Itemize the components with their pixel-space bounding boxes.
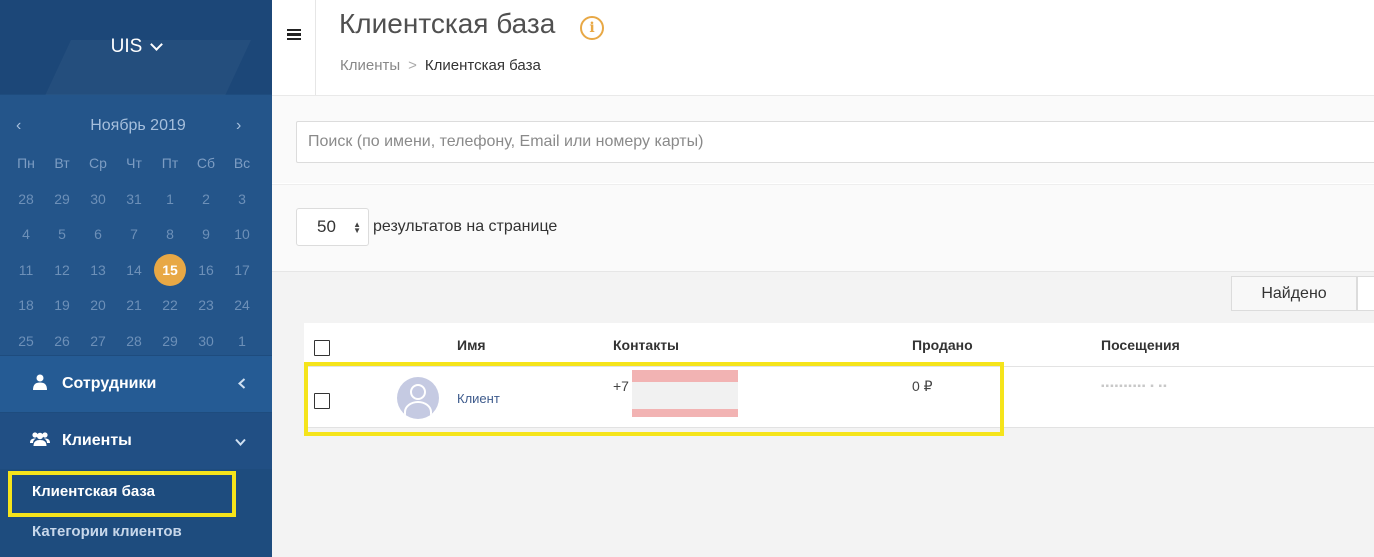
sidebar-item-label: Клиенты xyxy=(62,432,132,449)
calendar-day[interactable]: 13 xyxy=(80,260,116,296)
visits-value: ▪▪▪▪▪▪▪▪▪▪ ▪ ▪▪ xyxy=(1101,381,1168,392)
weekday-label: Ср xyxy=(89,155,107,171)
column-header-sold[interactable]: Продано xyxy=(912,337,973,353)
table-header: Имя Контакты Продано Посещения xyxy=(304,323,1374,367)
calendar-day[interactable]: 7 xyxy=(116,224,152,260)
calendar-day[interactable]: 2 xyxy=(188,189,224,225)
breadcrumb-parent-link[interactable]: Клиенты xyxy=(340,57,400,74)
calendar-day[interactable]: 28 xyxy=(8,189,44,225)
column-header-name[interactable]: Имя xyxy=(457,337,486,353)
chevron-down-icon xyxy=(235,433,246,449)
calendar-day[interactable]: 31 xyxy=(116,189,152,225)
sidebar-item-clients[interactable]: Клиенты xyxy=(0,413,272,469)
calendar-day[interactable]: 9 xyxy=(188,224,224,260)
calendar-week: 18 19 20 21 22 23 24 xyxy=(8,295,260,331)
weekday-label: Вт xyxy=(54,155,70,171)
found-adjacent-button[interactable] xyxy=(1357,276,1374,311)
calendar-day-today[interactable]: 15 xyxy=(152,253,188,296)
weekday-label: Пт xyxy=(161,155,179,171)
found-button[interactable]: Найдено xyxy=(1231,276,1357,311)
calendar-day[interactable]: 3 xyxy=(224,189,260,225)
calendar-weekdays: Пн Вт Ср Чт Пт Сб Вс xyxy=(8,153,260,189)
mini-calendar: ‹ Ноябрь 2019 › Пн Вт Ср Чт Пт Сб Вс 28 … xyxy=(0,95,272,355)
calendar-day[interactable]: 17 xyxy=(224,260,260,296)
menu-toggle-button[interactable] xyxy=(272,0,316,95)
select-all-checkbox[interactable] xyxy=(314,340,330,356)
calendar-day[interactable]: 20 xyxy=(80,295,116,331)
sidebar-item-staff[interactable]: Сотрудники xyxy=(0,356,272,412)
today-badge: 15 xyxy=(154,253,186,286)
breadcrumb-current: Клиентская база xyxy=(424,57,541,74)
calendar-month-label: Ноябрь 2019 xyxy=(90,117,186,134)
per-page-value: 50 xyxy=(317,217,336,236)
weekday-label: Вс xyxy=(233,155,251,171)
calendar-week: 4 5 6 7 8 9 10 xyxy=(8,224,260,260)
user-icon xyxy=(30,374,50,395)
chevron-left-icon xyxy=(238,376,246,392)
highlight-frame xyxy=(304,362,1004,436)
calendar-day[interactable]: 11 xyxy=(8,260,44,296)
calendar-day[interactable]: 24 xyxy=(224,295,260,331)
hamburger-icon xyxy=(286,29,301,40)
breadcrumb-separator: > xyxy=(408,57,417,74)
info-icon[interactable]: i xyxy=(580,16,604,40)
weekday-label: Пн xyxy=(17,155,35,171)
calendar-day[interactable]: 22 xyxy=(152,295,188,331)
weekday-label: Чт xyxy=(126,155,142,171)
users-icon xyxy=(30,431,50,451)
calendar-week: 11 12 13 14 15 16 17 xyxy=(8,253,260,296)
calendar-day[interactable]: 21 xyxy=(116,295,152,331)
calendar-grid: Пн Вт Ср Чт Пт Сб Вс 28 29 30 31 1 2 3 4… xyxy=(8,153,260,366)
calendar-day[interactable]: 30 xyxy=(80,189,116,225)
sidebar-item-label: Сотрудники xyxy=(62,375,157,392)
calendar-week: 28 29 30 31 1 2 3 xyxy=(8,189,260,225)
calendar-day[interactable]: 1 xyxy=(152,189,188,225)
highlight-frame xyxy=(8,471,236,517)
page-title: Клиентская база xyxy=(339,8,556,39)
sidebar-subitem-client-categories[interactable]: Категории клиентов xyxy=(32,523,182,540)
calendar-day[interactable]: 19 xyxy=(44,295,80,331)
calendar-day[interactable]: 29 xyxy=(44,189,80,225)
calendar-day[interactable]: 6 xyxy=(80,224,116,260)
column-header-contacts[interactable]: Контакты xyxy=(613,337,679,353)
per-page-label: результатов на странице xyxy=(373,218,558,235)
column-header-visits[interactable]: Посещения xyxy=(1101,337,1180,353)
calendar-day[interactable]: 18 xyxy=(8,295,44,331)
breadcrumb: Клиенты > Клиентская база xyxy=(340,57,541,74)
calendar-day[interactable]: 4 xyxy=(8,224,44,260)
calendar-day[interactable]: 14 xyxy=(116,260,152,296)
weekday-label: Сб xyxy=(196,155,216,171)
search-input[interactable] xyxy=(296,121,1374,163)
per-page-select[interactable]: 50 ▲ ▼ xyxy=(296,208,369,246)
calendar-day[interactable]: 16 xyxy=(188,260,224,296)
calendar-day[interactable]: 5 xyxy=(44,224,80,260)
sort-arrows-icon: ▲ ▼ xyxy=(353,220,361,235)
calendar-next-icon[interactable]: › xyxy=(236,117,241,135)
calendar-day[interactable]: 23 xyxy=(188,295,224,331)
calendar-day[interactable]: 10 xyxy=(224,224,260,260)
sidebar: UIS ‹ Ноябрь 2019 › Пн Вт Ср Чт Пт Сб Вс… xyxy=(0,0,272,557)
calendar-day[interactable]: 12 xyxy=(44,260,80,296)
